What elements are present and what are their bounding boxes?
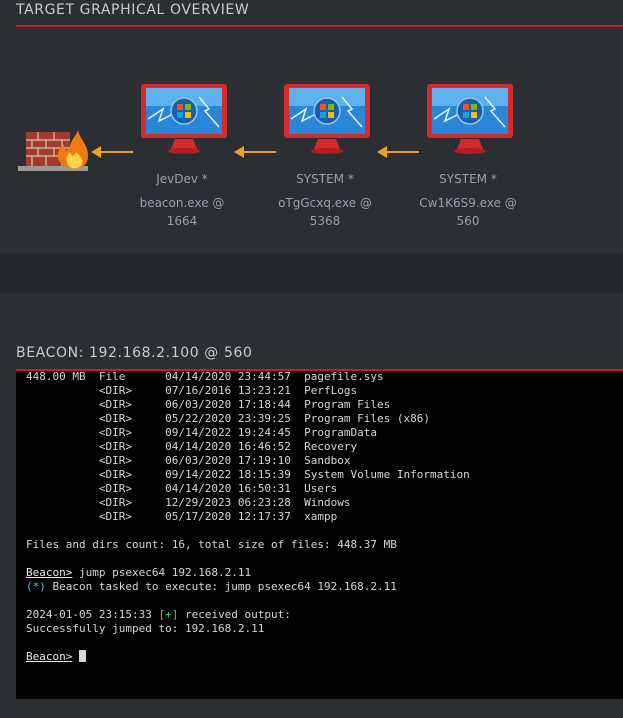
command-text: jump psexec64 192.168.2.11 (72, 566, 252, 579)
console-line: <DIR> 05/22/2020 23:39:25 Program Files … (26, 412, 430, 425)
bottom-bar (0, 699, 623, 718)
beacon-console[interactable]: 448.00 MB File 04/14/2020 23:44:57 pagef… (16, 369, 623, 701)
windows-monitor-icon[interactable] (282, 83, 372, 159)
console-line: <DIR> 07/16/2016 13:23:21 PerfLogs (26, 384, 358, 397)
command-line: Beacon> jump psexec64 192.168.2.11 (16, 566, 623, 580)
firewall-icon[interactable] (18, 126, 90, 172)
console-line: <DIR> 06/03/2020 17:19:10 Sandbox (26, 454, 351, 467)
node-process: beacon.exe @ (139, 196, 225, 210)
node-label: SYSTEM * oTgGcxq.exe @ 5368 (275, 170, 375, 230)
input-line[interactable]: Beacon> (16, 650, 623, 664)
console-line: <DIR> 09/14/2022 18:15:39 System Volume … (26, 468, 470, 481)
task-text: Beacon tasked to execute: jump psexec64 … (45, 580, 397, 593)
node-process: Cw1K6S9.exe @ (419, 196, 517, 210)
link-arrow-3 (377, 144, 419, 158)
beacon-prompt: Beacon> (26, 650, 73, 663)
console-line: <DIR> 04/14/2020 16:50:31 Users (26, 482, 338, 495)
beacon-prompt: Beacon> (26, 566, 73, 579)
console-line: <DIR> 12/29/2023 06:23:28 Windows (26, 496, 351, 509)
graph-panel-title: TARGET GRAPHICAL OVERVIEW (16, 2, 250, 18)
link-arrow-1 (91, 144, 133, 158)
output-time: 2024-01-05 23:15:33 (26, 608, 159, 621)
node-pid: 5368 (309, 214, 341, 228)
node-process: oTgGcxq.exe @ (278, 196, 372, 210)
text-cursor (78, 650, 86, 662)
graph-title-underline (16, 25, 623, 27)
console-line: <DIR> 06/03/2020 17:18:44 Program Files (26, 398, 391, 411)
graph-panel: TARGET GRAPHICAL OVERVIEW JevDev * beaco… (0, 0, 623, 253)
task-line: (*) Beacon tasked to execute: jump psexe… (16, 580, 623, 594)
node-user: SYSTEM * (296, 172, 354, 186)
node-label: JevDev * beacon.exe @ 1664 (132, 170, 232, 230)
console-line: <DIR> 04/14/2020 16:46:52 Recovery (26, 440, 358, 453)
console-title: BEACON: 192.168.2.100 @ 560 (16, 345, 253, 361)
link-arrow-2 (234, 144, 276, 158)
output-marker: [+] (158, 608, 179, 621)
node-user: SYSTEM * (439, 172, 497, 186)
windows-monitor-icon[interactable] (139, 83, 229, 159)
console-line: 448.00 MB File 04/14/2020 23:44:57 pagef… (26, 370, 384, 383)
task-marker: (*) (26, 580, 46, 593)
console-line: <DIR> 09/14/2022 19:24:45 ProgramData (26, 426, 377, 439)
output-line: 2024-01-05 23:15:33 [+] received output: (16, 608, 623, 622)
node-user: JevDev * (156, 172, 208, 186)
node-pid: 1664 (166, 214, 198, 228)
console-line: Files and dirs count: 16, total size of … (26, 538, 397, 551)
console-output: 448.00 MB File 04/14/2020 23:44:57 pagef… (16, 370, 623, 664)
output-text: received output: (178, 608, 291, 621)
node-label: SYSTEM * Cw1K6S9.exe @ 560 (418, 170, 518, 230)
console-line: <DIR> 05/17/2020 12:17:37 xampp (26, 510, 338, 523)
result-line: Successfully jumped to: 192.168.2.11 (26, 622, 265, 635)
node-pid: 560 (456, 214, 480, 228)
windows-monitor-icon[interactable] (425, 83, 515, 159)
